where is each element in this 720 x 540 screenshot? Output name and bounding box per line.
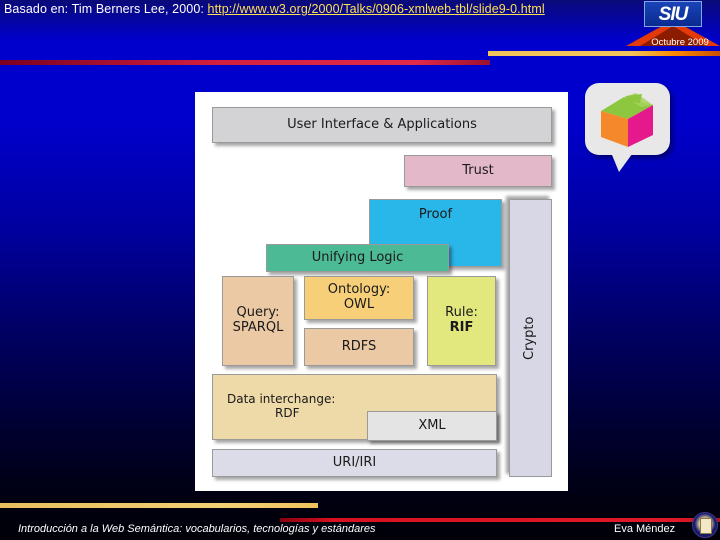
stack-block-query-sparql: Query: SPARQL [222,276,294,366]
stack-block-crypto: Crypto [509,199,552,477]
stack-label-rdfs: RDFS [341,338,377,354]
stack-label-xml: XML [418,417,446,433]
stack-block-uri-iri: URI/IRI [212,449,497,477]
footer-gold-bar [0,503,318,508]
stack-label-crypto: Crypto [522,316,538,360]
header-gold-bar [488,51,720,56]
date-text: Octubre 2009 [651,36,709,48]
stack-label-rdf: RDF [275,406,300,420]
date-badge: Octubre 2009 [640,33,720,51]
stack-label-trust: Trust [462,162,494,178]
university-seal-icon [692,512,718,538]
stack-label-data-interchange: Data interchange: [227,392,336,407]
stack-block-rule-rif: Rule: RIF [427,276,496,366]
stack-label-query: Query: [236,305,280,321]
siu-logo-box: SIU [644,1,702,27]
stack-block-rdfs: RDFS [304,328,414,366]
footer-author: Eva Méndez [614,523,676,535]
stack-block-xml: XML [367,411,497,441]
stack-label-unifying-logic: Unifying Logic [311,249,404,265]
stack-label-rule: Rule: [445,305,478,321]
source-attribution-prefix: Basado en: Tim Berners Lee, 2000: [4,2,208,16]
stack-label-sparql: SPARQL [232,320,284,335]
colored-cube-icon [601,93,653,147]
source-attribution: Basado en: Tim Berners Lee, 2000: http:/… [4,2,545,16]
semantic-web-stack-diagram: User Interface & Applications Trust Proo… [204,101,559,482]
stack-block-unifying-logic: Unifying Logic [266,244,449,272]
stack-label-ontology: Ontology: [327,282,391,298]
university-seal-inner [700,518,712,534]
siu-logo-text: SIU [658,3,689,25]
stack-block-trust: Trust [404,155,552,187]
speech-bubble-tail [610,150,635,172]
header-red-bar [0,60,490,65]
slide-canvas: Basado en: Tim Berners Lee, 2000: http:/… [0,0,720,540]
stack-label-user-interface: User Interface & Applications [287,116,477,132]
stack-label-proof: Proof [418,207,453,222]
semantic-web-stack-panel: User Interface & Applications Trust Proo… [195,92,568,491]
stack-label-owl: OWL [343,297,375,312]
source-url-link[interactable]: http://www.w3.org/2000/Talks/0906-xmlweb… [208,2,545,16]
stack-label-rif: RIF [449,320,474,335]
stack-block-user-interface: User Interface & Applications [212,107,552,143]
stack-block-ontology-owl: Ontology: OWL [304,276,414,320]
footer-title: Introducción a la Web Semántica: vocabul… [18,523,376,535]
footer-red-bar [280,518,720,522]
stack-label-uri-iri: URI/IRI [332,454,377,470]
